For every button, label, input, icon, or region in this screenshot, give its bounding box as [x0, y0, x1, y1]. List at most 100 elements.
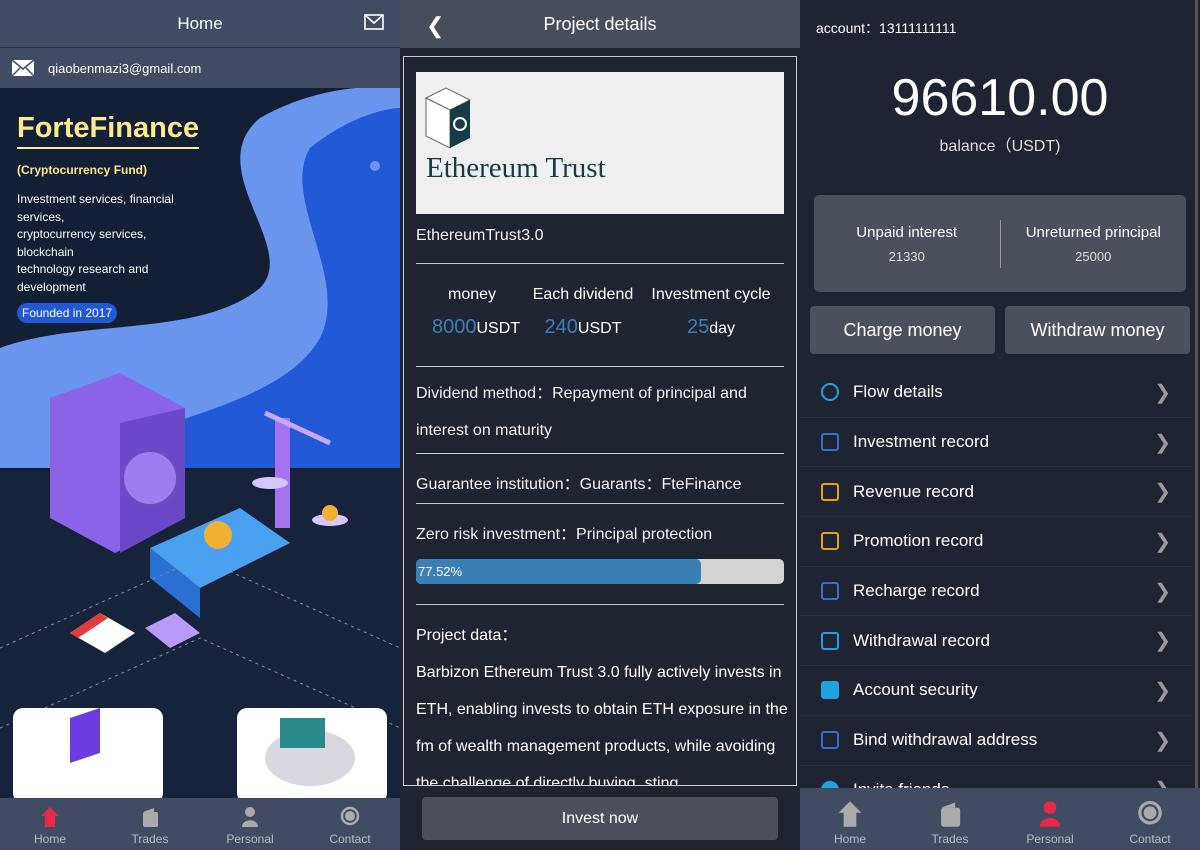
- nav-trades[interactable]: Trades: [900, 788, 1000, 850]
- menu-item-label: Account security: [853, 680, 978, 700]
- risk-info: Zero risk investment：Principal protectio…: [416, 526, 713, 543]
- person-icon: [1039, 801, 1061, 827]
- chevron-right-icon: ❯: [1154, 381, 1171, 404]
- stat-dividend: Each dividend 240USDT: [528, 286, 638, 339]
- progress-bar: 77.52%: [416, 559, 784, 584]
- menu-item-withdrawal-record[interactable]: Withdrawal record ❯: [800, 616, 1193, 667]
- clipboard-yen-icon: [821, 433, 839, 452]
- mail-icon[interactable]: [364, 14, 384, 30]
- project-banner: Ethereum Trust: [416, 72, 784, 214]
- headset-icon: [340, 806, 360, 826]
- stat-value: 25: [686, 316, 710, 338]
- menu-item-label: Investment record: [853, 432, 990, 452]
- project-details-screen: ❮ Project details Ethereum Trust Ethereu…: [400, 0, 800, 850]
- invest-footer: Invest now: [400, 786, 800, 850]
- nav-label: Contact: [1129, 832, 1171, 846]
- email-bar: qiaobenmazi3@gmail.com: [0, 47, 400, 88]
- nav-contact[interactable]: Contact: [1100, 788, 1200, 850]
- back-chevron-icon[interactable]: ❮: [426, 13, 444, 39]
- headset-icon: [1138, 800, 1162, 825]
- nav-contact[interactable]: Contact: [300, 798, 400, 850]
- stat-value: 8000: [432, 316, 477, 338]
- menu-item-promotion-record[interactable]: Promotion record ❯: [800, 517, 1193, 567]
- summary-card: Unpaid interest 21330 Unreturned principa…: [814, 195, 1186, 292]
- chevron-right-icon: ❯: [1154, 630, 1171, 653]
- personal-screen: account：13111111111 96610.00 balance（USD…: [800, 0, 1200, 850]
- progress-fill: 77.52%: [416, 559, 702, 584]
- stat-label: Investment cycle: [651, 286, 771, 303]
- account-number: account：13111111111: [816, 20, 957, 36]
- project-data-text: Barbizon Ethereum Trust 3.0 fully active…: [416, 664, 788, 786]
- nav-label: Contact: [329, 832, 371, 846]
- home-icon: [838, 801, 862, 827]
- yen-circle-icon: [821, 383, 839, 402]
- nav-label: Home: [33, 832, 66, 846]
- chevron-right-icon: ❯: [1154, 481, 1171, 504]
- balance-label: balance（USDT): [939, 138, 1061, 155]
- clipboard-icon: [821, 582, 839, 601]
- home-screen: Home qiaobenmazi3@gmail.com ForteFinance…: [0, 0, 400, 850]
- home-header: Home: [0, 0, 400, 47]
- bottom-nav: Home Trades Personal Contact: [0, 798, 400, 850]
- scrollbar[interactable]: [1195, 0, 1198, 788]
- menu-item-revenue-record[interactable]: Revenue record ❯: [800, 467, 1193, 518]
- page-title: Project details: [543, 13, 657, 34]
- stat-label: Each dividend: [532, 286, 634, 303]
- menu-item-label: Recharge record: [853, 581, 980, 601]
- unreturned-label: Unreturned principal: [1025, 223, 1161, 241]
- menu-item-label: Promotion record: [853, 531, 984, 551]
- brand-description: Investment services, financial services,…: [17, 191, 187, 296]
- chevron-right-icon: ❯: [1154, 431, 1171, 454]
- chevron-right-icon: ❯: [1154, 729, 1171, 752]
- stat-unit: USDT: [476, 320, 521, 337]
- menu-item-label: Withdrawal record: [853, 630, 990, 650]
- divider: [416, 453, 784, 454]
- description-line: cryptocurrency services, blockchain: [17, 227, 147, 259]
- nav-label: Personal: [226, 832, 274, 846]
- personal-menu: Flow details ❯ Investment record ❯ Revenue r…: [800, 368, 1193, 816]
- stat-money: money 8000USDT: [432, 286, 520, 339]
- divider: [416, 604, 784, 605]
- stat-unit: day: [709, 320, 736, 337]
- banner-text: Ethereum Trust: [426, 152, 606, 184]
- bottom-nav: Home Trades Personal Contact: [800, 788, 1200, 850]
- charge-money-button[interactable]: Charge money: [810, 306, 995, 354]
- guarantee-institution: Guarantee institution：Guarants：FteFinanc…: [416, 476, 742, 493]
- stat-value: 240: [544, 316, 578, 338]
- nav-label: Trades: [931, 832, 969, 846]
- nav-home[interactable]: Home: [0, 798, 100, 850]
- unreturned-value: 25000: [1075, 248, 1112, 264]
- description-line: Investment services, financial services,: [17, 192, 174, 224]
- nav-trades[interactable]: Trades: [100, 798, 200, 850]
- menu-item-flow-details[interactable]: Flow details ❯: [800, 368, 1193, 418]
- wallet-icon: [941, 802, 961, 827]
- unpaid-label: Unpaid interest: [856, 223, 958, 241]
- unreturned-principal: Unreturned principal 25000: [1001, 224, 1187, 264]
- divider: [416, 366, 784, 367]
- unpaid-value: 21330: [888, 248, 925, 264]
- wallet-icon: [143, 808, 158, 827]
- invest-now-button[interactable]: Invest now: [422, 797, 778, 840]
- menu-item-label: Revenue record: [853, 481, 974, 501]
- brand-title: ForteFinance: [17, 112, 200, 149]
- unpaid-interest: Unpaid interest 21330: [814, 224, 1000, 264]
- withdraw-money-button[interactable]: Withdraw money: [1005, 306, 1190, 354]
- nav-personal[interactable]: Personal: [1000, 788, 1100, 850]
- nav-home[interactable]: Home: [800, 788, 900, 850]
- menu-item-recharge-record[interactable]: Recharge record ❯: [800, 567, 1193, 617]
- nav-label: Home: [833, 832, 866, 846]
- menu-item-label: Bind withdrawal address: [853, 730, 1038, 750]
- stat-label: money: [447, 286, 497, 303]
- project-data: Project data： Barbizon Ethereum Trust 3.…: [416, 617, 788, 786]
- menu-item-investment-record[interactable]: Investment record ❯: [800, 418, 1193, 468]
- balance-amount: 96610.00: [891, 69, 1109, 127]
- document-icon: [821, 482, 839, 501]
- nav-personal[interactable]: Personal: [200, 798, 300, 850]
- wallet-icon: [821, 631, 839, 650]
- project-header: ❮ Project details: [400, 0, 800, 48]
- chevron-right-icon: ❯: [1154, 530, 1171, 553]
- menu-item-bind-withdrawal-address[interactable]: Bind withdrawal address ❯: [800, 716, 1193, 766]
- divider: [416, 503, 784, 504]
- menu-item-account-security[interactable]: Account security ❯: [800, 666, 1193, 716]
- envelope-icon: [12, 59, 34, 77]
